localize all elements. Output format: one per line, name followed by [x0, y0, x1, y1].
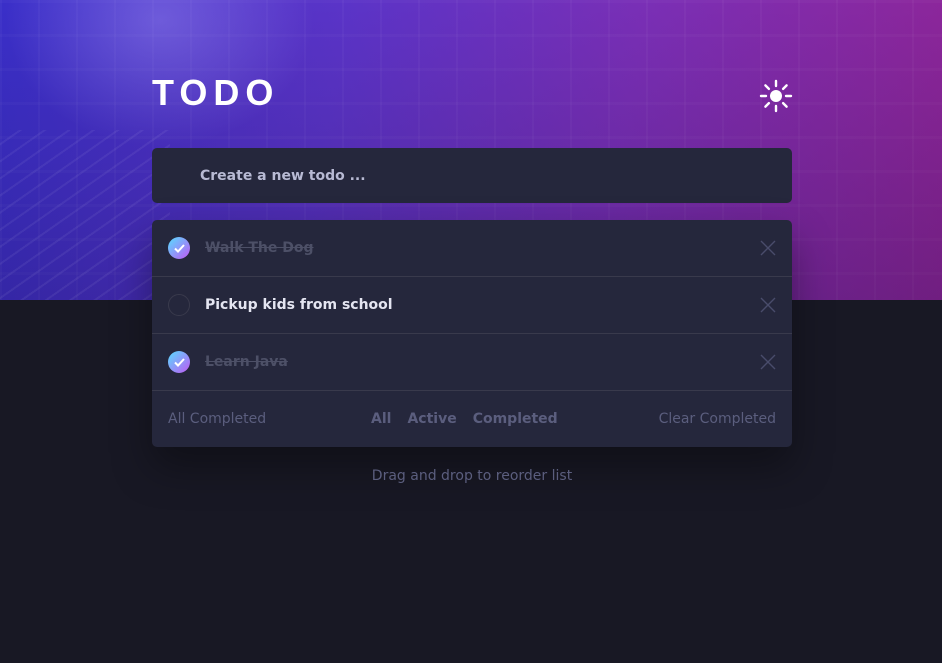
todo-checkbox[interactable]: [168, 294, 190, 316]
check-icon: [173, 243, 185, 253]
check-icon: [173, 357, 185, 367]
delete-icon[interactable]: [760, 354, 776, 370]
todo-text: Learn Java: [205, 354, 288, 370]
filter-completed[interactable]: Completed: [473, 411, 558, 427]
todo-text: Walk The Dog: [205, 240, 314, 256]
app-title: TODO: [152, 72, 280, 113]
theme-toggle-button[interactable]: [758, 78, 794, 114]
todo-checkbox[interactable]: [168, 351, 190, 373]
todo-checkbox[interactable]: [168, 237, 190, 259]
todo-item[interactable]: Learn Java: [152, 334, 792, 391]
new-todo-input[interactable]: [152, 148, 792, 203]
items-status: All Completed: [168, 411, 267, 427]
filter-active[interactable]: Active: [407, 411, 456, 427]
sun-icon: [759, 79, 793, 113]
todo-item[interactable]: Pickup kids from school: [152, 277, 792, 334]
filter-all[interactable]: All: [371, 411, 391, 427]
todo-text: Pickup kids from school: [205, 297, 393, 313]
list-footer: All Completed All Active Completed Clear…: [152, 391, 792, 447]
todo-list: Walk The Dog Pickup kids from school Lea…: [152, 220, 792, 447]
delete-icon[interactable]: [760, 240, 776, 256]
filter-group: All Active Completed: [371, 411, 558, 427]
delete-icon[interactable]: [760, 297, 776, 313]
reorder-hint: Drag and drop to reorder list: [371, 468, 573, 484]
clear-completed-button[interactable]: Clear Completed: [659, 411, 776, 427]
new-todo-container: [152, 148, 792, 203]
todo-item[interactable]: Walk The Dog: [152, 220, 792, 277]
